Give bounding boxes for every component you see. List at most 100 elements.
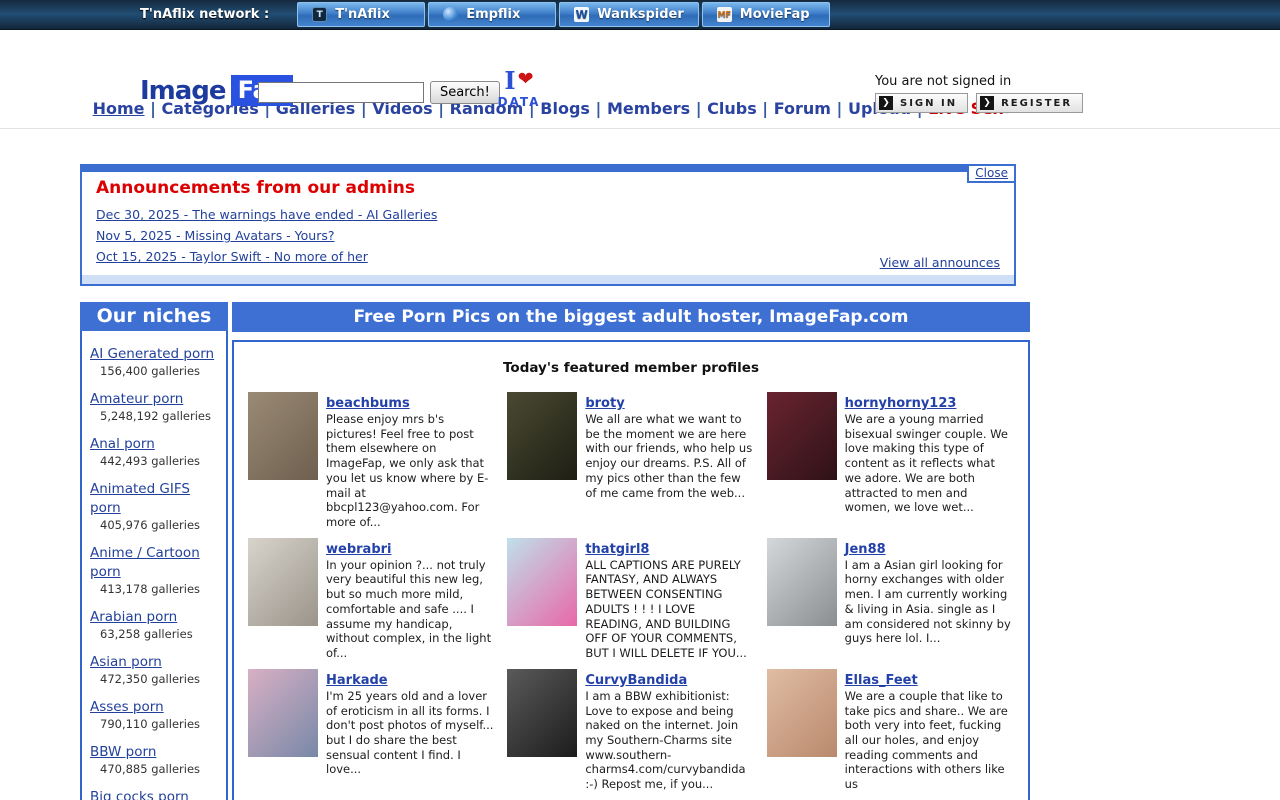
nav-item[interactable]: Members [607,99,690,118]
view-all-announces-link[interactable]: View all announces [880,255,1000,270]
niche-link[interactable]: Anal porn [90,436,155,452]
network-site-label: T'nAflix [335,7,390,22]
profile-card: webrabri In your opinion ?... not truly … [248,538,495,661]
wankspider-icon: W [574,7,589,22]
ilove-data-word: DATA [494,95,544,109]
signin-area: You are not signed in ❯ SIGN IN ❯ REGIST… [875,74,1083,113]
network-site-label: Wankspider [597,7,684,22]
profile-thumbnail[interactable] [248,392,318,480]
profile-username-link[interactable]: Jen88 [845,542,886,557]
niche-link[interactable]: Anime / Cartoon porn [90,545,200,580]
nav-item[interactable]: Blogs [540,99,590,118]
empflix-icon [443,7,458,22]
niche-gallery-count: 442,493 galleries [90,454,220,468]
close-button[interactable]: Close [975,166,1008,180]
content-area: Our niches AI Generated porn 156,400 gal… [80,302,1280,800]
profile-username-link[interactable]: CurvyBandida [585,673,687,688]
sign-in-button[interactable]: ❯ SIGN IN [875,93,968,113]
profile-description: In your opinion ?... not truly very beau… [326,558,495,661]
niche-gallery-count: 156,400 galleries [90,364,220,378]
signin-status-text: You are not signed in [875,74,1083,89]
profile-username-link[interactable]: Ellas_Feet [845,673,918,688]
profile-description: I'm 25 years old and a lover of eroticis… [326,689,495,777]
profile-username-link[interactable]: broty [585,396,624,411]
niche-link[interactable]: BBW porn [90,744,156,760]
profile-description: I am a Asian girl looking for horny exch… [845,558,1014,646]
search-input[interactable] [258,82,424,103]
profile-card: CurvyBandida I am a BBW exhibitionist: L… [507,669,754,792]
niche-gallery-count: 472,350 galleries [90,672,220,686]
profile-thumbnail[interactable] [767,538,837,626]
profile-thumbnail[interactable] [507,392,577,480]
announcements-panel: Close Announcements from our admins Dec … [80,164,1016,286]
network-site-button[interactable]: Empflix [428,2,556,27]
announcement-link[interactable]: Nov 5, 2025 - Missing Avatars - Yours? [96,228,335,243]
profile-description: We are a young married bisexual swinger … [845,412,1014,515]
niche-gallery-count: 63,258 galleries [90,627,220,641]
profile-thumbnail[interactable] [767,669,837,757]
niche-link[interactable]: Asian porn [90,654,162,670]
profile-card: thatgirl8 ALL CAPTIONS ARE PURELY FANTAS… [507,538,754,661]
profile-description: Please enjoy mrs b's pictures! Feel free… [326,412,495,530]
profile-card: Ellas_Feet We are a couple that like to … [767,669,1014,792]
register-button[interactable]: ❯ REGISTER [976,93,1083,113]
niche-item: Animated GIFS porn 405,976 galleries [90,478,220,532]
profile-thumbnail[interactable] [248,538,318,626]
profile-card: hornyhorny123 We are a young married bis… [767,392,1014,530]
profile-thumbnail[interactable] [507,669,577,757]
niche-item: AI Generated porn 156,400 galleries [90,343,220,378]
profile-username-link[interactable]: beachbums [326,396,410,411]
niche-link[interactable]: Amateur porn [90,391,183,407]
niche-link[interactable]: Arabian porn [90,609,177,625]
announcements-title: Announcements from our admins [96,178,1000,198]
network-sites: T T'nAflix Empflix W Wankspider MF Movie… [297,2,830,27]
niche-link[interactable]: Animated GIFS porn [90,481,190,516]
niche-item: BBW porn 470,885 galleries [90,741,220,776]
niche-item: Anal porn 442,493 galleries [90,433,220,468]
niche-item: Asses porn 790,110 galleries [90,696,220,731]
tnaflix-icon: T [312,7,327,22]
network-site-button[interactable]: MF MovieFap [702,2,830,27]
profile-card: beachbums Please enjoy mrs b's pictures!… [248,392,495,530]
niche-link[interactable]: AI Generated porn [90,346,214,362]
profile-username-link[interactable]: thatgirl8 [585,542,649,557]
nav-item[interactable]: Forum [774,99,831,118]
profile-thumbnail[interactable] [248,669,318,757]
ilove-i-letter: I [504,70,515,92]
niche-link[interactable]: Big cocks porn [90,789,189,800]
nav-item[interactable]: Clubs [707,99,757,118]
announcement-link[interactable]: Oct 15, 2025 - Taylor Swift - No more of… [96,249,368,264]
i-love-data-logo[interactable]: I ❤ DATA [494,70,544,109]
niche-gallery-count: 413,178 galleries [90,582,220,596]
niche-gallery-count: 5,248,192 galleries [90,409,220,423]
profile-thumbnail[interactable] [767,392,837,480]
profile-description: We all are what we want to be the moment… [585,412,754,500]
announcements-close: Close [967,166,1014,183]
niche-item: Anime / Cartoon porn 413,178 galleries [90,542,220,596]
search-button[interactable]: Search! [430,81,500,104]
featured-profiles-grid: beachbums Please enjoy mrs b's pictures!… [244,392,1018,800]
network-site-label: Empflix [466,7,520,22]
network-site-button[interactable]: W Wankspider [559,2,699,27]
main-banner: Free Porn Pics on the biggest adult host… [232,302,1030,332]
announcement-link[interactable]: Dec 30, 2025 - The warnings have ended -… [96,207,437,222]
logo-text-image: Image [140,76,226,106]
niche-gallery-count: 405,976 galleries [90,518,220,532]
arrow-right-icon: ❯ [879,96,893,110]
profile-username-link[interactable]: webrabri [326,542,392,557]
site-header: Image Fap Search! I ❤ DATA You are not s… [0,30,1280,93]
featured-profiles-title: Today's featured member profiles [244,360,1018,376]
niche-item: Arabian porn 63,258 galleries [90,606,220,641]
niche-link[interactable]: Asses porn [90,699,164,715]
profile-username-link[interactable]: hornyhorny123 [845,396,957,411]
nav-item[interactable]: Home [93,99,145,118]
niche-item: Asian porn 472,350 galleries [90,651,220,686]
profile-description: We are a couple that like to take pics a… [845,689,1014,792]
profile-username-link[interactable]: Harkade [326,673,388,688]
announcements-bottom-strip [82,275,1014,284]
profile-thumbnail[interactable] [507,538,577,626]
network-site-button[interactable]: T T'nAflix [297,2,425,27]
network-label: T'nAflix network : [140,7,269,22]
page: T'nAflix network : T T'nAflix Empflix W … [0,0,1280,800]
arrow-right-icon: ❯ [980,96,994,110]
